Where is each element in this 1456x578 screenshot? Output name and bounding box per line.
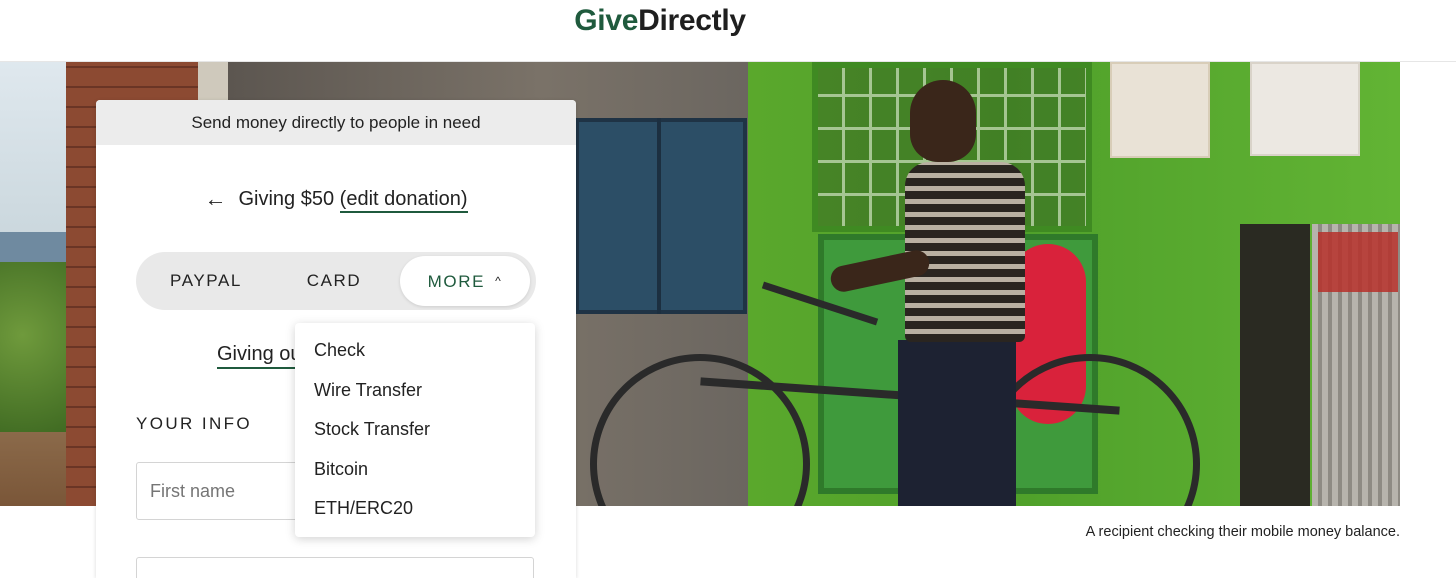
photo-blue-door (575, 118, 747, 314)
menu-item-stock-transfer[interactable]: Stock Transfer (295, 410, 535, 450)
chevron-up-icon: ^ (495, 274, 503, 288)
edit-donation-link[interactable]: (edit donation) (339, 188, 468, 213)
logo-give-text: Give (574, 4, 639, 37)
menu-item-check[interactable]: Check (295, 331, 535, 371)
card-header: Send money directly to people in need (96, 100, 576, 145)
tab-card[interactable]: CARD (286, 256, 382, 306)
your-info-heading: YOUR INFO (136, 414, 253, 433)
photo-person-head (910, 80, 976, 162)
photo-poster (1250, 62, 1360, 156)
givedirectly-logo[interactable]: GiveDirectly (0, 4, 1320, 38)
arrow-left-icon[interactable]: ← (204, 186, 226, 212)
photo-person-legs (898, 340, 1016, 506)
tab-more[interactable]: MORE ^ (400, 256, 530, 306)
photo-poster (1110, 62, 1210, 158)
photo-door-divider (657, 118, 661, 314)
tab-more-label: MORE (427, 272, 486, 291)
payment-method-tabs: PAYPAL CARD MORE ^ (136, 252, 536, 310)
tab-paypal[interactable]: PAYPAL (148, 256, 264, 306)
photo-sky (0, 62, 70, 252)
logo-directly-text: Directly (638, 4, 746, 37)
top-bar: GiveDirectly (0, 0, 1456, 62)
photo-doorway (1240, 224, 1310, 506)
last-name-field[interactable] (136, 557, 534, 578)
menu-item-wire-transfer[interactable]: Wire Transfer (295, 371, 535, 411)
menu-item-eth-erc20[interactable]: ETH/ERC20 (295, 489, 535, 529)
more-payment-menu: Check Wire Transfer Stock Transfer Bitco… (295, 323, 535, 537)
menu-item-bitcoin[interactable]: Bitcoin (295, 450, 535, 490)
giving-amount: Giving $50 (238, 188, 335, 210)
photo-metal-paint (1318, 232, 1398, 292)
photo-caption: A recipient checking their mobile money … (1085, 524, 1400, 540)
giving-summary: ← Giving $50 (edit donation) (96, 186, 576, 213)
giving-out-link[interactable]: Giving out (217, 343, 299, 369)
